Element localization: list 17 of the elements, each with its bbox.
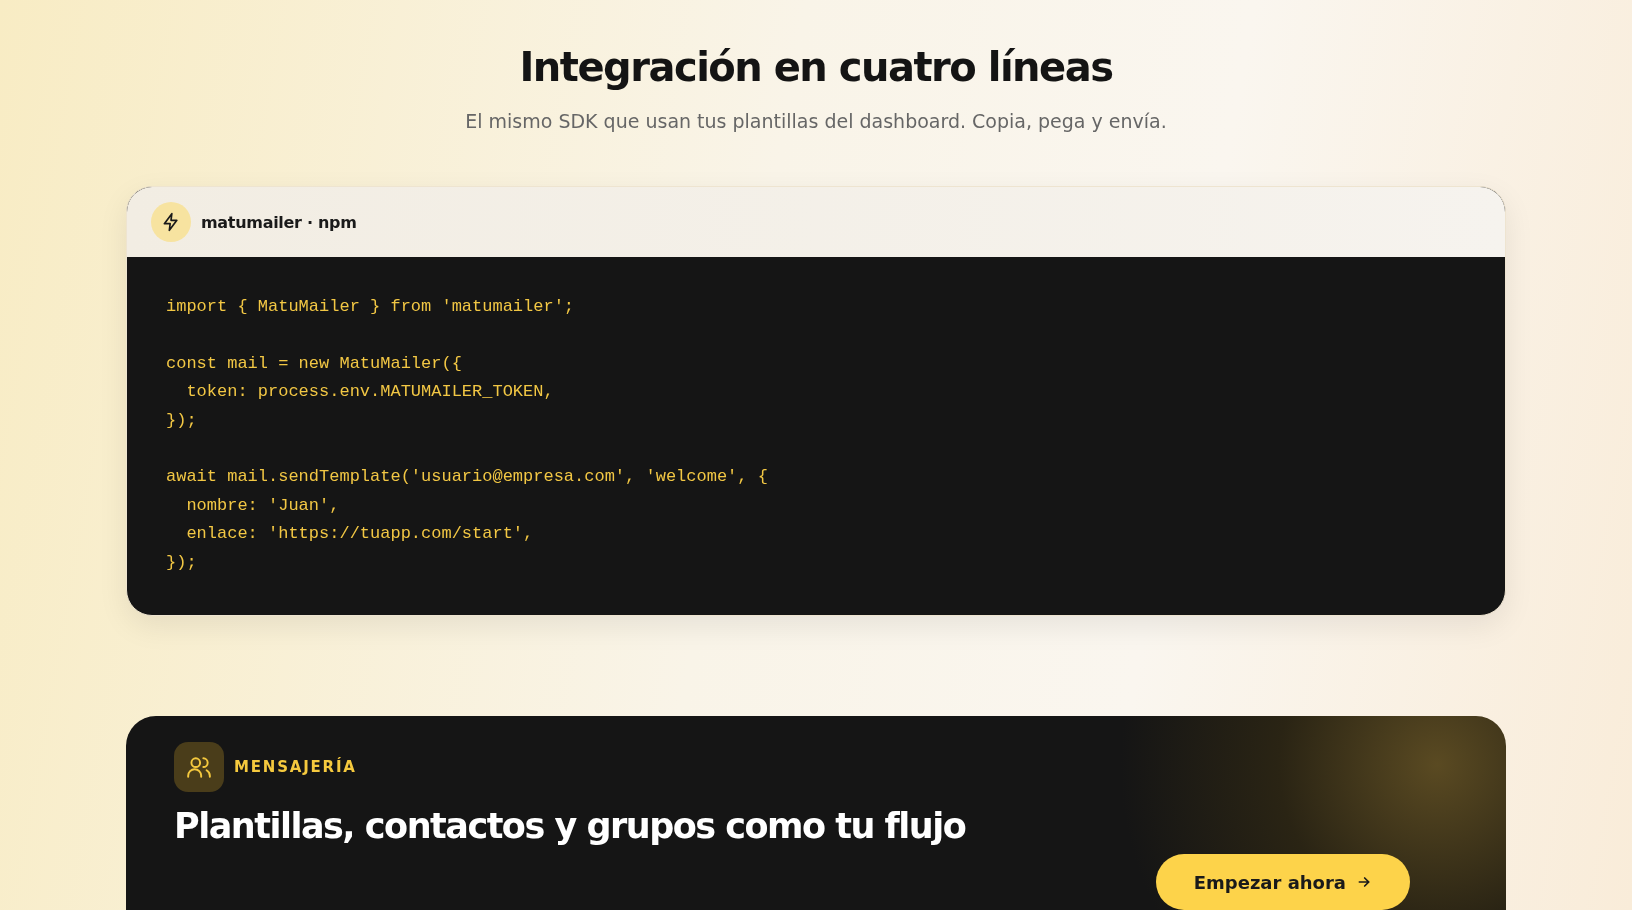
- code-line: await mail.sendTemplate('usuario@empresa.com', 'welcome', {: [166, 466, 769, 488]
- code-line: nombre: 'Juan',: [185, 494, 341, 517]
- code-line: });: [166, 551, 198, 574]
- code-line: import { MatuMailer } from 'matumailer';: [166, 296, 576, 318]
- code-line: token: process.env.MATUMAILER_TOKEN,: [185, 381, 555, 403]
- code-line: const mail = new MatuMailer({: [166, 352, 463, 375]
- package-label: matumailer · npm: [201, 212, 357, 232]
- start-button[interactable]: Empezar ahora: [1155, 854, 1410, 910]
- lightning-icon: [151, 202, 191, 242]
- feature-title: Plantillas, contactos y grupos como tu flujo: [174, 806, 966, 846]
- code-line: });: [166, 409, 198, 432]
- section-subtitle: El mismo SDK que usan tus plantillas del dashboard. Copia, pega y envía.: [465, 110, 1167, 132]
- code-line: enlace: 'https://tuapp.com/start',: [185, 523, 535, 545]
- arrow-right-icon: [1356, 874, 1372, 890]
- users-icon: [174, 742, 224, 792]
- eyebrow-label: MENSAJERÍA: [234, 758, 357, 776]
- section-title: Integración en cuatro líneas: [519, 44, 1113, 90]
